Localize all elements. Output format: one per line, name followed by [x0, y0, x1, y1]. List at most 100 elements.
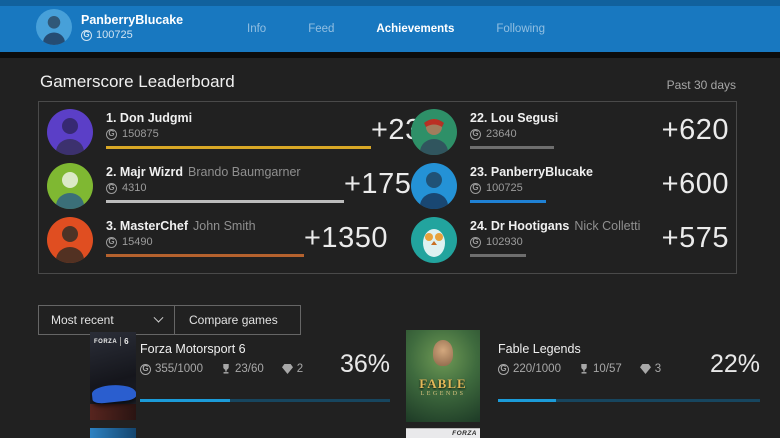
gamertag-label: Don Judgmi	[120, 111, 192, 125]
realname-label: Brando Baumgarner	[188, 165, 301, 179]
avatar	[411, 109, 457, 155]
boxart-character-art	[433, 340, 453, 366]
partial-boxart-left[interactable]	[90, 428, 136, 438]
user-gamerscore-line: 100725	[81, 29, 183, 41]
trophy-icon	[221, 363, 231, 375]
entry-info: 2. Majr WizrdBrando Baumgarner 4310	[106, 163, 344, 213]
entry-name-line: 22. Lou Segusi	[470, 111, 563, 125]
gamerscore-icon	[470, 237, 481, 248]
avatar	[47, 109, 93, 155]
gamerscore-icon	[140, 364, 151, 375]
game-boxart-fable[interactable]: FABLE LEGENDS	[406, 330, 480, 422]
boxart-logo-text: FORZA	[452, 430, 477, 437]
entry-gamerscore-line: 102930	[470, 236, 640, 248]
avatar	[411, 163, 457, 209]
gamerscore-value: 4310	[122, 182, 146, 194]
gamerscore-icon	[498, 364, 509, 375]
challenges-stat: 2	[282, 363, 303, 375]
topbar-divider	[0, 52, 780, 58]
gamerscore-icon	[106, 129, 117, 140]
entry-name-line: 23. PanberryBlucake	[470, 165, 598, 179]
user-profile-block[interactable]: PanberryBlucake 100725	[36, 9, 183, 45]
gamerscore-icon	[106, 237, 117, 248]
game-row-forza6[interactable]: Forza Motorsport 6 355/1000 23/60 2 36%	[140, 342, 390, 402]
gamerscore-value: 150875	[122, 128, 159, 140]
achievements-stat: 10/57	[579, 363, 622, 375]
entry-gamerscore-line: 4310	[106, 182, 344, 194]
leaderboard-title: Gamerscore Leaderboard	[40, 72, 235, 92]
leaderboard-entry-1[interactable]: 1. Don Judgmi 150875 +2300	[47, 109, 373, 159]
score-underline-bar	[470, 254, 526, 257]
progress-bar	[140, 399, 390, 402]
sort-selected-label: Most recent	[51, 313, 114, 327]
user-gamerscore: 100725	[96, 29, 133, 41]
gamertag-label: PanberryBlucake	[491, 165, 593, 179]
user-text: PanberryBlucake 100725	[81, 13, 183, 41]
boxart-ground-art	[90, 404, 136, 420]
entry-name-line: 3. MasterChef John Smith	[106, 219, 304, 233]
avatar	[47, 217, 93, 263]
gamerscore-value: 23640	[486, 128, 517, 140]
boxart-logo-text: FABLE	[406, 376, 480, 392]
entry-info: 23. PanberryBlucake 100725	[470, 163, 598, 213]
user-avatar	[36, 9, 72, 45]
tab-info[interactable]: Info	[247, 23, 266, 35]
completion-percent: 22%	[710, 350, 760, 379]
profile-tabs: Info Feed Achievements Following	[247, 6, 545, 52]
partial-boxart-right[interactable]: FORZA	[406, 428, 480, 438]
game-row-fable[interactable]: Fable Legends 220/1000 10/57 3 22%	[498, 342, 760, 402]
gem-icon	[640, 364, 651, 374]
completion-percent: 36%	[340, 350, 390, 379]
compare-games-button[interactable]: Compare games	[174, 305, 301, 335]
entry-info: 3. MasterChef John Smith 15490	[106, 217, 304, 267]
entry-gamerscore-line: 23640	[470, 128, 563, 140]
tab-achievements[interactable]: Achievements	[376, 23, 454, 35]
boxart-logo-text: FORZA6	[94, 337, 129, 346]
avatar	[47, 163, 93, 209]
rank-label: 3.	[106, 219, 116, 233]
entry-info: 22. Lou Segusi 23640	[470, 109, 563, 159]
game-boxart-forza6[interactable]: FORZA6	[90, 332, 136, 420]
leaderboard-entry-3[interactable]: 3. MasterChefJohn Smith 15490 +1350	[47, 217, 373, 267]
score-underline-bar	[470, 200, 546, 203]
entry-name-line: 24. Dr HootigansNick Colletti	[470, 219, 640, 233]
score-underline-bar	[106, 146, 371, 149]
entry-info: 24. Dr HootigansNick Colletti 102930	[470, 217, 640, 267]
leaderboard-entry-23[interactable]: 23. PanberryBlucake 100725 +600	[411, 163, 729, 213]
gamerscore-icon	[81, 30, 92, 41]
rank-label: 2.	[106, 165, 116, 179]
top-bar: PanberryBlucake 100725 Info Feed Achieve…	[0, 0, 780, 52]
leaderboard-entry-2[interactable]: 2. Majr WizrdBrando Baumgarner 4310 +175…	[47, 163, 373, 213]
score-underline-bar	[470, 146, 554, 149]
compare-games-label: Compare games	[189, 313, 278, 327]
score-underline-bar	[106, 254, 304, 257]
tab-following[interactable]: Following	[496, 23, 545, 35]
delta-value: +575	[662, 222, 729, 255]
gamerscore-icon	[470, 183, 481, 194]
progress-fill	[498, 399, 556, 402]
rank-label: 22.	[470, 111, 487, 125]
leaderboard-panel: 1. Don Judgmi 150875 +2300 2. Majr Wizrd…	[38, 101, 737, 274]
entry-name-line: 1. Don Judgmi	[106, 111, 371, 125]
realname-label: John Smith	[193, 219, 256, 233]
challenges-stat: 3	[640, 363, 661, 375]
entry-gamerscore-line: 100725	[470, 182, 598, 194]
progress-bar	[498, 399, 760, 402]
gamertag-label: Dr Hootigans	[491, 219, 569, 233]
entry-gamerscore-line: 15490	[106, 236, 304, 248]
gamerscore-value: 102930	[486, 236, 523, 248]
user-gamertag: PanberryBlucake	[81, 13, 183, 27]
tab-feed[interactable]: Feed	[308, 23, 334, 35]
gamerscore-value: 15490	[122, 236, 153, 248]
leaderboard-entry-22[interactable]: 22. Lou Segusi 23640 +620	[411, 109, 729, 159]
gamertag-label: MasterChef	[120, 219, 188, 233]
rank-label: 1.	[106, 111, 116, 125]
score-underline-bar	[106, 200, 344, 203]
achievements-screen: PanberryBlucake 100725 Info Feed Achieve…	[0, 0, 780, 438]
sort-dropdown[interactable]: Most recent	[38, 305, 175, 335]
gem-icon	[282, 364, 293, 374]
rank-label: 24.	[470, 219, 487, 233]
achievements-stat: 23/60	[221, 363, 264, 375]
rank-label: 23.	[470, 165, 487, 179]
leaderboard-entry-24[interactable]: 24. Dr HootigansNick Colletti 102930 +57…	[411, 217, 729, 267]
